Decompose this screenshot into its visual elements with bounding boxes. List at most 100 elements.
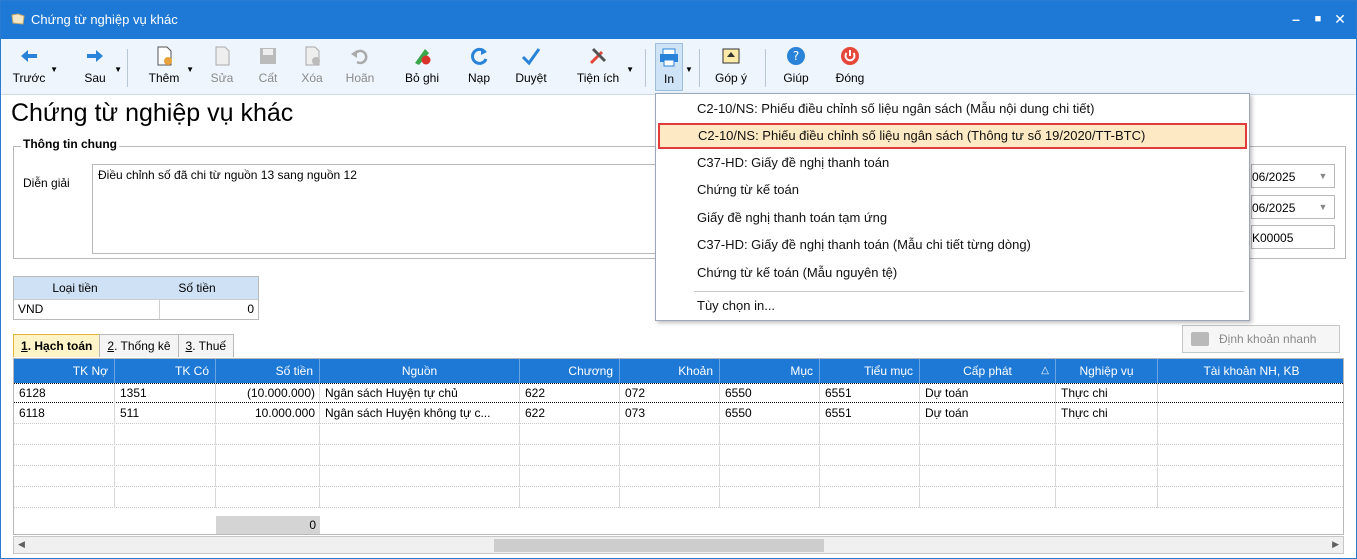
currency-type-cell[interactable]: VND	[14, 300, 160, 319]
undo-button[interactable]: Hoãn	[341, 43, 379, 91]
maximize-button[interactable]: ■	[1307, 9, 1329, 29]
tab-strip: 1. Hạch toán 2. Thống kê 3. Thuế	[13, 334, 235, 357]
arrow-left-icon	[21, 50, 37, 62]
voucher-window: Chứng từ nghiệp vụ khác – ■ ✕ Trước ▼ Sa…	[0, 0, 1357, 559]
unpost-button[interactable]: Bỏ ghi	[399, 43, 445, 91]
help-icon: ?	[787, 47, 805, 65]
chevron-down-icon[interactable]: ▼	[1316, 168, 1330, 184]
currency-header: Loại tiền Số tiền	[14, 277, 258, 299]
col-header-subitem[interactable]: Tiểu mục	[820, 359, 920, 383]
add-button[interactable]: Thêm ▼	[141, 43, 194, 91]
menu-item-c37-payment-request[interactable]: C37-HD: Giấy đề nghị thanh toán	[656, 150, 1249, 176]
col-header-debit[interactable]: TK Nợ	[14, 359, 115, 383]
feedback-button[interactable]: Góp ý	[711, 43, 751, 91]
quick-entry-button[interactable]: Định khoản nhanh	[1182, 325, 1340, 353]
svg-text:?: ?	[793, 49, 799, 63]
tab-accounting[interactable]: 1. Hạch toán	[13, 334, 101, 357]
utilities-button[interactable]: Tiện ích ▼	[569, 43, 634, 91]
toolbar-separator	[645, 49, 646, 87]
currency-type-header: Loại tiền	[52, 281, 98, 295]
chevron-down-icon[interactable]: ▼	[114, 65, 122, 74]
menu-item-c2-10-circular[interactable]: C2-10/NS: Phiếu điều chỉnh số liệu ngân …	[658, 123, 1247, 149]
menu-item-c2-10-detail[interactable]: C2-10/NS: Phiếu điều chỉnh số liệu ngân …	[656, 96, 1249, 122]
tab-statistics[interactable]: 2. Thống kê	[99, 334, 179, 357]
feedback-icon	[722, 48, 740, 64]
chevron-down-icon[interactable]: ▼	[50, 65, 58, 74]
refresh-icon	[471, 47, 488, 65]
print-dropdown-menu: C2-10/NS: Phiếu điều chỉnh số liệu ngân …	[655, 93, 1250, 321]
delete-document-icon	[305, 46, 320, 66]
menu-item-accounting-voucher[interactable]: Chứng từ kế toán	[656, 177, 1249, 203]
approve-button[interactable]: Duyệt	[509, 43, 553, 91]
power-icon	[841, 47, 859, 65]
unpost-icon	[415, 49, 431, 65]
tools-icon	[589, 47, 607, 65]
grid-total-amount: 0	[216, 516, 320, 534]
window-title: Chứng từ nghiệp vụ khác	[31, 12, 178, 27]
col-header-operation[interactable]: Nghiệp vụ	[1056, 359, 1158, 383]
arrow-right-icon	[87, 50, 103, 62]
empty-row[interactable]	[14, 488, 1343, 508]
save-button[interactable]: Cất	[253, 43, 283, 91]
amount-cell[interactable]: 0	[160, 300, 258, 319]
chevron-down-icon[interactable]: ▼	[1316, 199, 1330, 215]
quick-entry-icon	[1191, 332, 1209, 346]
menu-separator	[694, 291, 1244, 292]
toolbar-separator	[765, 49, 766, 87]
col-header-item[interactable]: Mục	[720, 359, 820, 383]
reload-button[interactable]: Nạp	[463, 43, 495, 91]
menu-item-print-options[interactable]: Tùy chọn in...	[656, 293, 1249, 319]
checkmark-icon	[521, 48, 541, 66]
table-row[interactable]: 6118 511 10.000.000 Ngân sách Huyện khôn…	[14, 404, 1343, 424]
scroll-right-icon[interactable]: ▶	[1332, 539, 1339, 550]
grid-header: TK Nợ TK Có Số tiền Nguồn Chương Khoản M…	[14, 359, 1343, 383]
accounting-grid: TK Nợ TK Có Số tiền Nguồn Chương Khoản M…	[13, 358, 1344, 535]
undo-icon	[351, 49, 368, 65]
print-dropdown-chevron-icon[interactable]: ▼	[685, 65, 693, 74]
empty-row[interactable]	[14, 425, 1343, 445]
col-header-chapter[interactable]: Chương	[520, 359, 620, 383]
scroll-left-icon[interactable]: ◀	[18, 539, 25, 550]
app-icon	[11, 13, 25, 25]
date-field-1[interactable]: 06/2025 ▼	[1251, 164, 1335, 188]
delete-button[interactable]: Xóa	[297, 43, 327, 91]
currency-row[interactable]: VND 0	[14, 299, 258, 319]
date-field-2[interactable]: 06/2025 ▼	[1251, 195, 1335, 219]
tab-tax[interactable]: 3. Thuế	[177, 334, 235, 357]
col-header-source[interactable]: Nguồn	[320, 359, 520, 383]
description-field[interactable]: Điều chỉnh số đã chi từ nguồn 13 sang ng…	[92, 164, 662, 254]
new-document-icon	[157, 46, 172, 66]
back-button[interactable]: Trước ▼	[7, 43, 58, 91]
voucher-number-field[interactable]: K00005	[1251, 225, 1335, 249]
col-header-credit[interactable]: TK Có	[115, 359, 216, 383]
help-button[interactable]: ? Giúp	[777, 43, 815, 91]
col-header-amount[interactable]: Số tiền	[216, 359, 320, 383]
chevron-down-icon[interactable]: ▼	[626, 65, 634, 74]
horizontal-scrollbar[interactable]: ◀ ▶	[13, 536, 1344, 554]
empty-row[interactable]	[14, 467, 1343, 487]
general-info-legend: Thông tin chung	[21, 137, 119, 151]
menu-item-c37-line-detail[interactable]: C37-HD: Giấy đề nghị thanh toán (Mẫu chi…	[656, 232, 1249, 258]
edit-icon	[215, 46, 230, 66]
empty-row[interactable]	[14, 446, 1343, 466]
amount-header: Số tiền	[178, 281, 216, 295]
close-window-button[interactable]: ✕	[1329, 9, 1351, 29]
minimize-button[interactable]: –	[1285, 9, 1307, 29]
menu-item-advance-payment-request[interactable]: Giấy đề nghị thanh toán tạm ứng	[656, 205, 1249, 231]
col-header-bank-account[interactable]: Tài khoản NH, KB	[1158, 359, 1343, 383]
toolbar-separator	[699, 49, 700, 87]
description-label: Diễn giải	[23, 176, 70, 190]
col-header-allocation[interactable]: Cấp phát △	[920, 359, 1056, 383]
close-button[interactable]: Đóng	[829, 43, 871, 91]
scrollbar-thumb[interactable]	[494, 539, 824, 552]
menu-item-accounting-voucher-foreign[interactable]: Chứng từ kế toán (Mẫu nguyên tệ)	[656, 260, 1249, 286]
col-header-section[interactable]: Khoản	[620, 359, 720, 383]
print-button[interactable]: In	[655, 43, 683, 91]
next-button[interactable]: Sau ▼	[75, 43, 122, 91]
currency-table: Loại tiền Số tiền VND 0	[13, 276, 259, 320]
chevron-down-icon[interactable]: ▼	[186, 65, 194, 74]
edit-button[interactable]: Sửa	[207, 43, 237, 91]
toolbar-separator	[127, 49, 128, 87]
table-row[interactable]: 6128 1351 (10.000.000) Ngân sách Huyện t…	[14, 383, 1343, 404]
title-bar: Chứng từ nghiệp vụ khác – ■ ✕	[1, 1, 1356, 39]
